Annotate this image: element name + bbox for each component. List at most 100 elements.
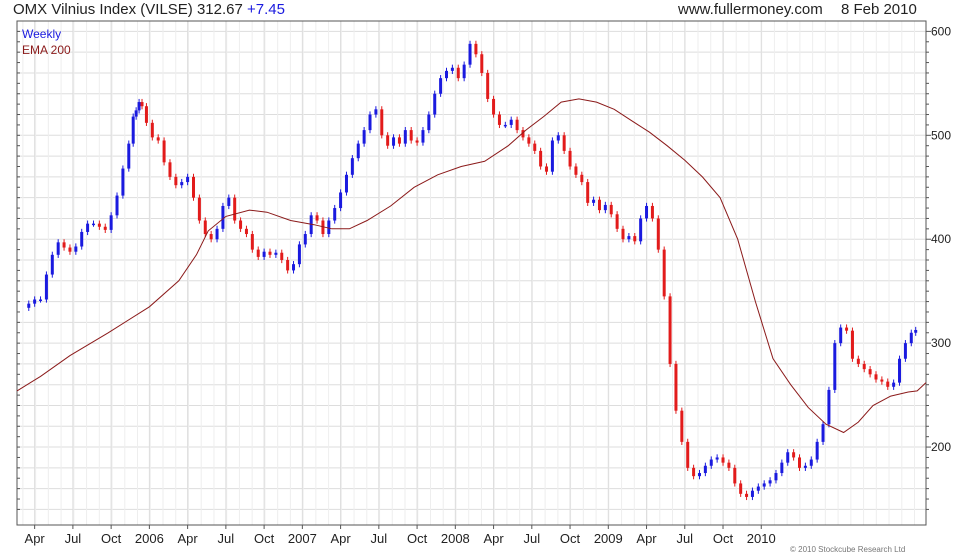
price-bar — [821, 424, 825, 442]
x-tick-label: Jul — [65, 531, 82, 546]
price-bar — [509, 119, 513, 125]
x-tick-label: 2007 — [288, 531, 317, 546]
price-bar — [268, 251, 272, 255]
y-tick-label: 400 — [931, 232, 951, 246]
price-bar — [839, 327, 843, 344]
price-bar — [192, 176, 196, 198]
price-bar — [386, 135, 390, 146]
price-bar — [609, 204, 613, 215]
legend-weekly: Weekly — [22, 27, 62, 41]
price-bar — [356, 143, 360, 159]
price-bar — [568, 150, 572, 167]
price-bar — [497, 114, 501, 125]
price-bar — [262, 251, 266, 257]
copyright-note: © 2010 Stockcube Research Ltd — [790, 545, 906, 554]
y-tick-label: 300 — [931, 336, 951, 350]
price-bar — [280, 252, 284, 261]
price-bar — [439, 78, 443, 94]
price-bar — [856, 358, 860, 364]
price-bar — [545, 166, 549, 172]
price-bar — [533, 143, 537, 151]
price-bar — [750, 490, 754, 497]
price-bar — [27, 303, 31, 308]
price-bar — [292, 264, 296, 271]
price-bar — [556, 135, 560, 141]
price-bar — [792, 452, 796, 458]
price-bar — [468, 43, 472, 65]
price-bar — [880, 379, 884, 382]
x-tick-label: Apr — [483, 531, 504, 546]
price-bar — [674, 363, 678, 411]
price-bar — [33, 299, 37, 304]
price-bar — [727, 462, 731, 468]
price-bar — [515, 119, 519, 131]
x-tick-label: Jul — [371, 531, 388, 546]
x-tick-label: Oct — [713, 531, 734, 546]
x-tick-label: 2009 — [594, 531, 623, 546]
price-bar — [68, 247, 72, 252]
price-bar — [450, 67, 454, 71]
price-bar — [645, 205, 649, 219]
x-tick-label: 2006 — [135, 531, 164, 546]
price-bar — [115, 195, 119, 216]
x-tick-label: Oct — [560, 531, 581, 546]
price-bar — [833, 343, 837, 390]
price-bar — [186, 176, 190, 183]
price-bar — [886, 381, 890, 387]
y-tick-label: 500 — [931, 128, 951, 142]
price-bar — [50, 254, 54, 275]
price-bar — [62, 242, 66, 248]
price-bar — [197, 197, 201, 221]
price-bar — [709, 459, 713, 466]
price-bar — [362, 130, 366, 144]
price-bar — [798, 457, 802, 468]
price-bar — [692, 467, 696, 477]
price-bar — [103, 226, 107, 230]
price-bar — [80, 231, 84, 247]
price-bar — [903, 343, 907, 359]
price-bar — [874, 374, 878, 380]
price-bar — [421, 130, 425, 143]
price-bar — [633, 236, 637, 242]
price-bar — [627, 236, 631, 240]
price-bar — [909, 332, 913, 344]
x-tick-label: Jul — [218, 531, 235, 546]
x-tick-label: Oct — [101, 531, 122, 546]
price-bar — [697, 473, 701, 477]
price-bar — [140, 102, 144, 107]
price-bar — [914, 329, 918, 333]
price-bar — [492, 98, 496, 115]
price-bar — [131, 116, 135, 144]
price-bar — [592, 199, 596, 203]
price-bar — [550, 140, 554, 172]
price-bar — [656, 218, 660, 250]
price-bar — [503, 124, 507, 127]
price-bar — [86, 223, 90, 232]
price-bar — [615, 214, 619, 229]
price-bar — [256, 249, 260, 257]
x-tick-label: Apr — [25, 531, 46, 546]
price-bar — [745, 493, 749, 497]
price-bar — [586, 182, 590, 203]
price-chart: 200 300 400 500 600 Apr Jul Oct 2006 Apr Jul Oct 200… — [16, 20, 951, 546]
price-bar — [209, 234, 213, 240]
price-bar — [768, 480, 772, 484]
price-bar — [662, 249, 666, 297]
price-bar — [56, 242, 60, 255]
price-bar — [580, 174, 584, 183]
price-bar — [239, 220, 243, 229]
price-bar — [898, 358, 902, 383]
price-bar — [339, 192, 343, 209]
price-bar — [315, 215, 319, 221]
price-bar — [233, 197, 237, 221]
price-bar — [137, 102, 141, 111]
price-bar — [392, 137, 396, 146]
price-bar — [462, 64, 466, 79]
price-bar — [397, 137, 401, 144]
price-bar — [250, 234, 254, 250]
price-bar — [203, 220, 207, 235]
price-bar — [433, 93, 437, 115]
price-bar — [762, 483, 766, 487]
x-tick-label: Jul — [676, 531, 693, 546]
x-tick-label: Apr — [636, 531, 657, 546]
